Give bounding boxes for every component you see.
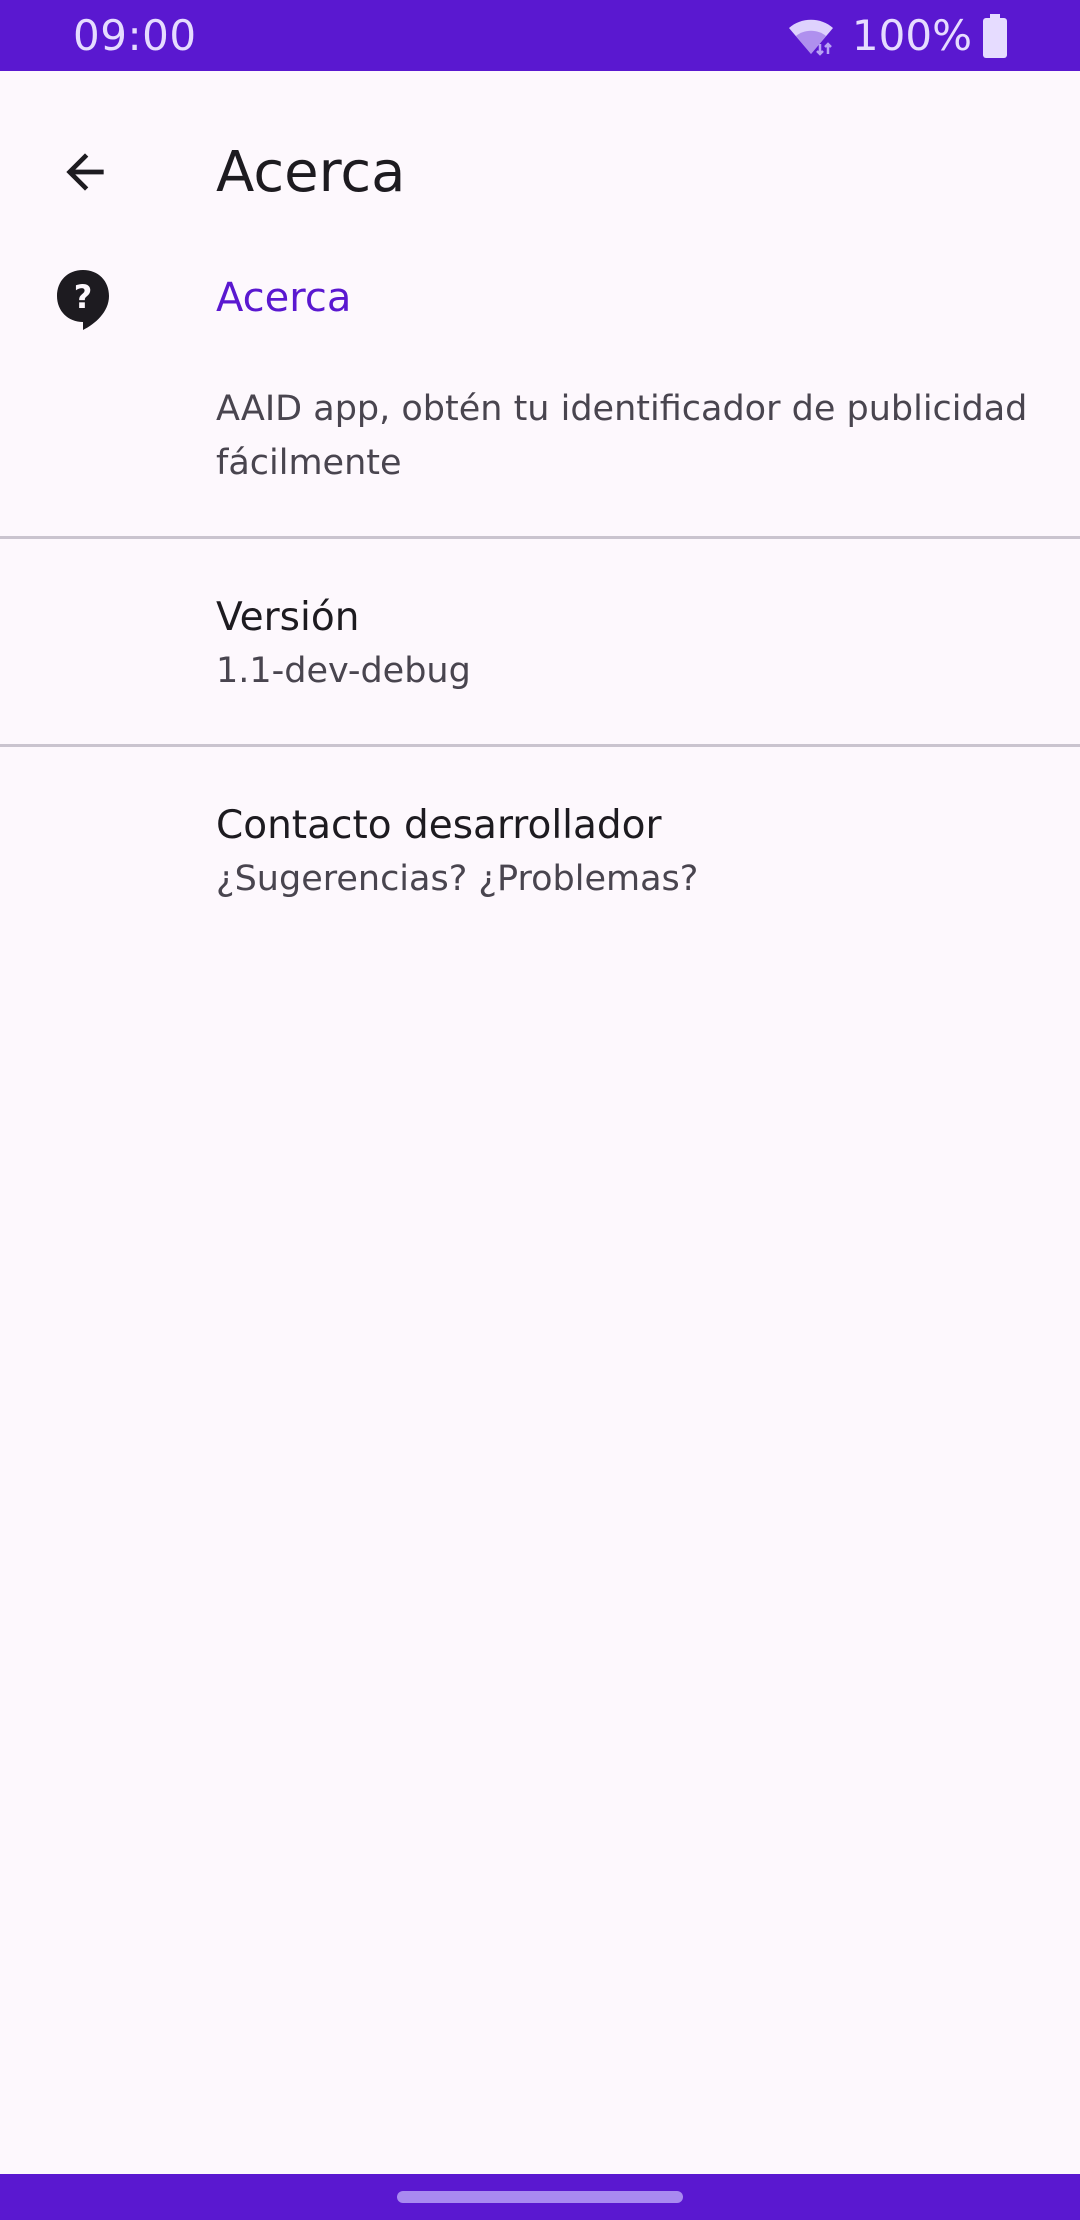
version-summary: 1.1-dev-debug <box>216 651 471 691</box>
contact-developer-preference[interactable]: Contacto desarrollador ¿Sugerencias? ¿Pr… <box>0 747 1080 952</box>
wifi-icon <box>788 19 833 56</box>
about-summary: AAID app, obtén tu identificador de publ… <box>216 389 1028 483</box>
svg-text:?: ? <box>74 278 93 316</box>
battery-icon <box>983 14 1007 58</box>
status-icons: 100% <box>786 10 1008 62</box>
help-icon: ? <box>57 270 109 330</box>
arrow-back-icon <box>66 153 104 191</box>
contact-developer-summary: ¿Sugerencias? ¿Problemas? <box>216 859 699 899</box>
status-bar: 09:00 100% <box>0 0 1080 71</box>
contact-developer-title: Contacto desarrollador <box>216 803 662 848</box>
back-button[interactable] <box>40 127 130 217</box>
status-time: 09:00 <box>73 11 197 60</box>
top-app-bar: Acerca <box>0 71 1080 271</box>
about-title: Acerca <box>216 275 352 321</box>
navigation-bar <box>0 2174 1080 2220</box>
version-preference[interactable]: Versión 1.1-dev-debug <box>0 539 1080 744</box>
battery-percent: 100% <box>851 11 972 60</box>
page-title: Acerca <box>216 140 406 205</box>
about-category-header: ? Acerca <box>0 260 1080 350</box>
home-gesture-handle[interactable] <box>397 2191 683 2203</box>
version-title: Versión <box>216 595 360 640</box>
